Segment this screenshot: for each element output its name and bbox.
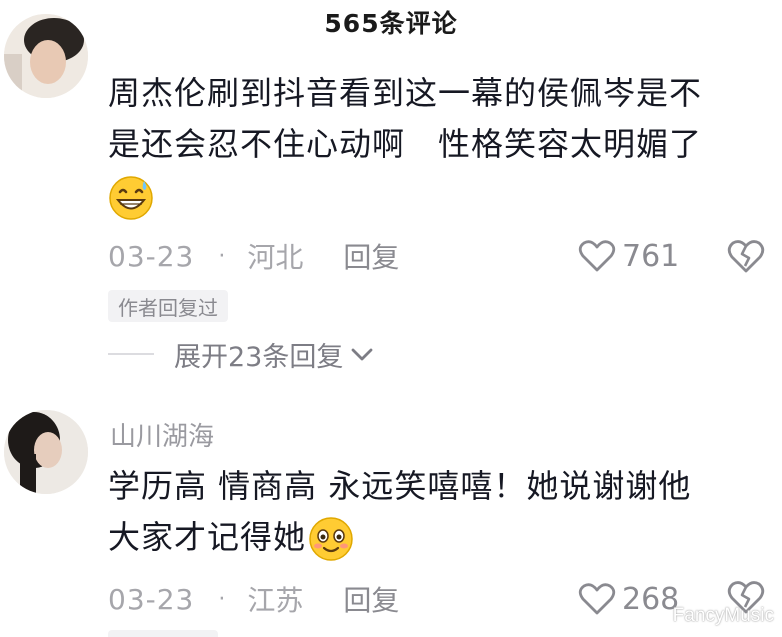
like-count: 761 <box>622 238 680 274</box>
comment-text-line: 是还会忍不住心动啊 性格笑容太明媚了 <box>108 125 703 163</box>
dislike-button[interactable] <box>726 237 766 275</box>
reply-button[interactable]: 回复 <box>343 236 399 276</box>
divider <box>108 353 154 355</box>
like-button[interactable]: 761 <box>578 236 679 276</box>
comment-text-line: 大家才记得她 <box>108 512 748 563</box>
chevron-down-icon <box>351 348 373 361</box>
comment-meta: 03-23 · 江苏 回复 <box>108 579 399 619</box>
expand-replies-label: 展开23条回复 <box>174 341 344 373</box>
meta-separator: · <box>218 243 226 269</box>
like-button[interactable]: 268 <box>578 579 679 619</box>
expand-replies-button[interactable]: 展开23条回复 <box>108 336 375 373</box>
watermark: FancyMusic <box>672 605 774 626</box>
comments-header: 565条评论 <box>0 0 782 44</box>
author-replied-badge <box>108 630 218 637</box>
comment-date: 03-23 <box>108 239 195 273</box>
comment-location: 江苏 <box>247 584 304 617</box>
comment-text-line: 学历高 情商高 永远笑嘻嘻！她说谢谢他 <box>108 467 692 505</box>
comment-location: 河北 <box>247 241 304 274</box>
heart-icon <box>578 583 616 615</box>
smiling-blush-emoji-icon <box>308 516 354 562</box>
broken-heart-icon <box>727 240 765 273</box>
comment-text-line: 周杰伦刷到抖音看到这一幕的侯佩岑是不 <box>108 74 703 112</box>
comment-text: 周杰伦刷到抖音看到这一幕的侯佩岑是不 是还会忍不住心动啊 性格笑容太明媚了 <box>108 68 748 221</box>
comment-username[interactable]: 山川湖海 <box>110 416 214 453</box>
author-replied-badge: 作者回复过 <box>108 290 228 322</box>
heart-icon <box>578 240 616 272</box>
avatar[interactable] <box>4 14 88 98</box>
comment-date: 03-23 <box>108 582 195 616</box>
comment-text: 学历高 情商高 永远笑嘻嘻！她说谢谢他 大家才记得她 <box>108 461 748 563</box>
comment-count-title: 565条评论 <box>324 9 458 38</box>
meta-separator: · <box>218 586 226 612</box>
like-count: 268 <box>622 581 680 617</box>
avatar[interactable] <box>4 410 88 494</box>
grinning-sweat-emoji-icon <box>108 175 154 221</box>
comment-meta: 03-23 · 河北 回复 <box>108 236 399 276</box>
reply-button[interactable]: 回复 <box>343 579 399 619</box>
comment-text-segment: 大家才记得她 <box>108 518 307 556</box>
